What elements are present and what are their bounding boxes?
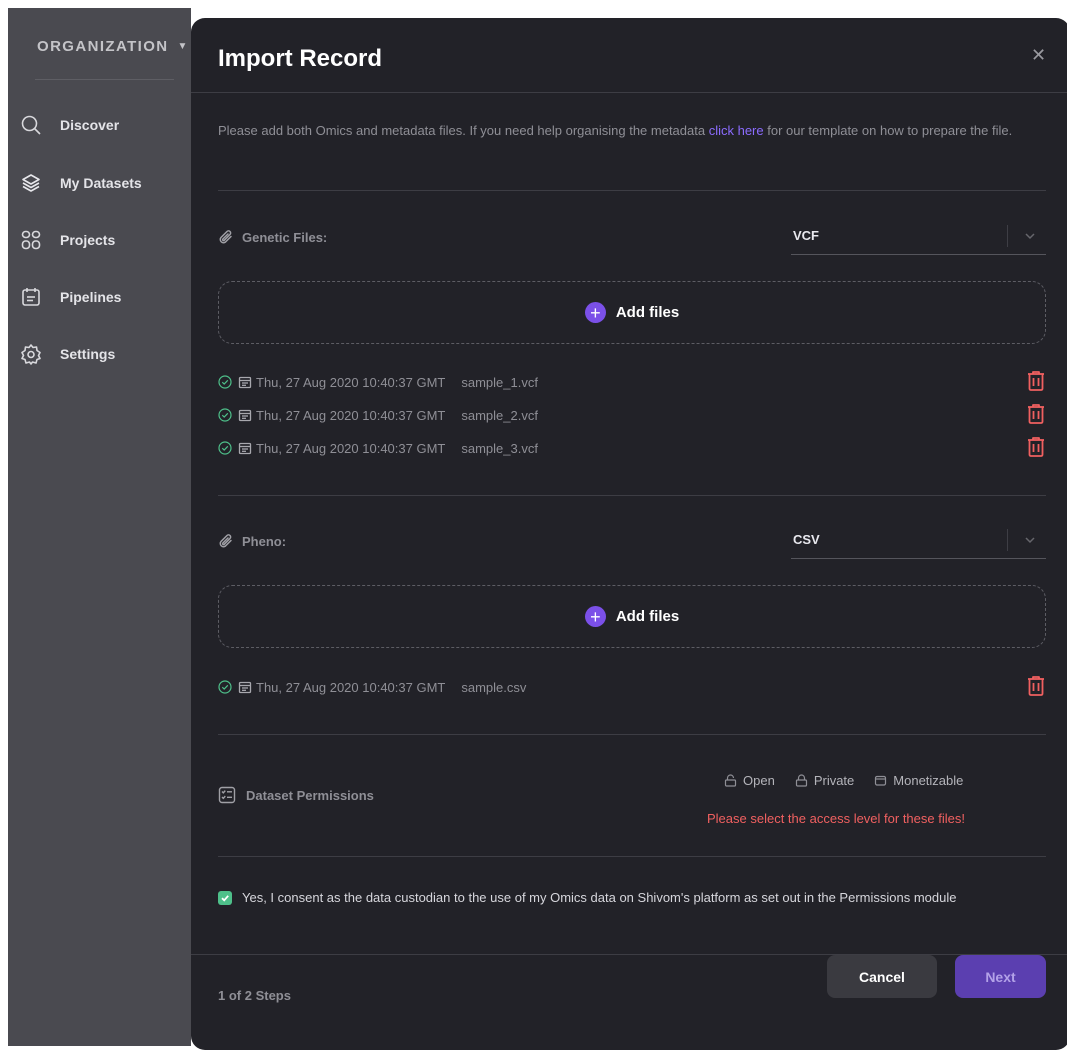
divider <box>218 190 1046 191</box>
genetic-dropzone[interactable]: + Add files <box>218 281 1046 344</box>
check-circle-icon <box>218 375 232 389</box>
file-name: sample_1.vcf <box>461 374 538 390</box>
sidebar-item-my-datasets[interactable]: My Datasets <box>20 171 142 195</box>
consent-text: Yes, I consent as the data custodian to … <box>242 890 957 905</box>
sidebar-item-label: Settings <box>60 346 116 362</box>
trash-icon[interactable] <box>1026 436 1046 458</box>
chevron-down-icon <box>1025 232 1035 239</box>
divider <box>191 954 1067 955</box>
file-row: Thu, 27 Aug 2020 10:40:37 GMT sample_1.v… <box>218 370 1046 392</box>
divider <box>191 92 1067 93</box>
consent-checkbox[interactable] <box>218 891 232 905</box>
divider <box>218 734 1046 735</box>
sidebar-item-label: My Datasets <box>60 175 142 191</box>
permission-error-message: Please select the access level for these… <box>707 811 965 826</box>
organization-selector[interactable]: ORGANIZATION ▼ <box>37 38 189 55</box>
genetic-format-value: VCF <box>793 228 819 243</box>
check-circle-icon <box>218 441 232 455</box>
permission-monetizable[interactable]: Monetizable <box>874 773 963 788</box>
paperclip-icon <box>219 230 232 244</box>
chevron-down-icon <box>1025 536 1035 543</box>
pheno-label: Pheno: <box>218 533 286 549</box>
calendar-icon <box>238 409 252 422</box>
template-link[interactable]: click here <box>709 123 764 138</box>
file-row: Thu, 27 Aug 2020 10:40:37 GMT sample_2.v… <box>218 403 1046 425</box>
intro-text: Please add both Omics and metadata files… <box>218 123 1013 138</box>
layers-icon <box>22 174 40 192</box>
next-button[interactable]: Next <box>955 955 1046 998</box>
file-date: Thu, 27 Aug 2020 10:40:37 GMT <box>256 407 446 423</box>
genetic-files-label: Genetic Files: <box>218 229 327 245</box>
dataset-permissions-label: Dataset Permissions <box>218 786 374 804</box>
sidebar-item-label: Projects <box>60 232 116 248</box>
pheno-format-select[interactable]: CSV <box>791 521 1046 559</box>
step-indicator: 1 of 2 Steps <box>218 988 291 1003</box>
sidebar-item-settings[interactable]: Settings <box>20 342 115 366</box>
file-name: sample.csv <box>461 679 527 695</box>
plus-icon: + <box>584 302 606 323</box>
genetic-format-select[interactable]: VCF <box>791 217 1046 255</box>
caret-down-icon: ▼ <box>177 41 189 52</box>
trash-icon[interactable] <box>1026 403 1046 425</box>
permission-open[interactable]: Open <box>724 773 775 788</box>
calendar-icon <box>238 376 252 389</box>
file-row: Thu, 27 Aug 2020 10:40:37 GMT sample_3.v… <box>218 436 1046 458</box>
sidebar-item-discover[interactable]: Discover <box>20 113 119 137</box>
wallet-icon <box>875 775 887 786</box>
organization-label: ORGANIZATION <box>37 38 169 55</box>
divider <box>218 495 1046 496</box>
divider <box>218 856 1046 857</box>
pheno-format-value: CSV <box>793 532 820 547</box>
calendar-icon <box>238 442 252 455</box>
pheno-dropzone[interactable]: + Add files <box>218 585 1046 648</box>
file-date: Thu, 27 Aug 2020 10:40:37 GMT <box>256 374 446 390</box>
permission-private[interactable]: Private <box>795 773 854 788</box>
trash-icon[interactable] <box>1026 370 1046 392</box>
search-icon <box>21 115 41 135</box>
file-date: Thu, 27 Aug 2020 10:40:37 GMT <box>256 679 446 695</box>
lock-icon <box>795 774 807 787</box>
calendar-icon <box>22 288 40 306</box>
lock-open-icon <box>724 774 737 787</box>
file-date: Thu, 27 Aug 2020 10:40:37 GMT <box>256 440 446 456</box>
plus-icon: + <box>584 606 606 627</box>
file-name: sample_3.vcf <box>461 440 538 456</box>
consent-row: Yes, I consent as the data custodian to … <box>218 887 1046 908</box>
sidebar-item-label: Discover <box>60 117 120 133</box>
modal-title: Import Record <box>218 45 383 72</box>
add-genetic-files-button[interactable]: + Add files <box>584 302 679 323</box>
paperclip-icon <box>219 534 232 548</box>
sidebar: ORGANIZATION ▼ Discover My Datasets Proj… <box>8 8 191 1046</box>
check-icon <box>221 895 229 902</box>
file-name: sample_2.vcf <box>461 407 538 423</box>
sidebar-item-label: Pipelines <box>60 289 122 305</box>
close-icon[interactable]: ✕ <box>1031 46 1047 64</box>
checklist-icon <box>218 786 236 804</box>
sidebar-item-pipelines[interactable]: Pipelines <box>20 285 121 309</box>
trash-icon[interactable] <box>1026 675 1046 697</box>
divider <box>35 79 174 80</box>
cancel-button[interactable]: Cancel <box>827 955 937 998</box>
add-pheno-files-button[interactable]: + Add files <box>584 606 679 627</box>
calendar-icon <box>238 681 252 694</box>
grid-icon <box>21 230 41 250</box>
check-circle-icon <box>218 408 232 422</box>
gear-icon <box>21 344 41 365</box>
check-circle-icon <box>218 680 232 694</box>
import-record-modal: Import Record ✕ Please add both Omics an… <box>191 18 1067 1050</box>
sidebar-item-projects[interactable]: Projects <box>20 228 115 252</box>
permission-options: Open Private Monetizable <box>724 773 963 788</box>
file-row: Thu, 27 Aug 2020 10:40:37 GMT sample.csv <box>218 675 1046 697</box>
